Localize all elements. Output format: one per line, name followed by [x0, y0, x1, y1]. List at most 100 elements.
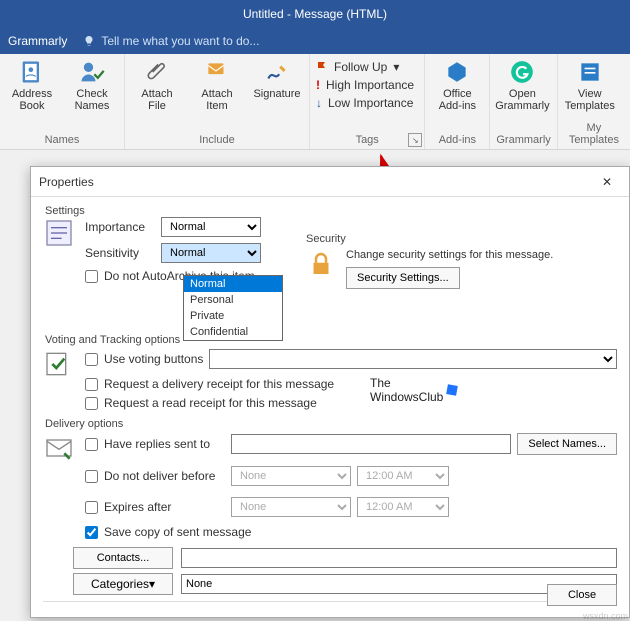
open-grammarly-button[interactable]: Open Grammarly	[496, 58, 548, 112]
tags-dialog-launcher[interactable]	[408, 133, 422, 147]
credit: wsxdn.com	[583, 611, 628, 621]
attach-item-button[interactable]: Attach Item	[191, 58, 243, 112]
expires-time-select[interactable]: 12:00 AM	[357, 497, 449, 517]
follow-up-button[interactable]: Follow Up ▾	[316, 60, 418, 74]
group-names-label: Names	[6, 134, 118, 147]
save-copy-checkbox[interactable]: Save copy of sent message	[85, 525, 617, 539]
dialog-close-button[interactable]: ✕	[593, 172, 621, 192]
group-addins-label: Add-ins	[431, 134, 483, 147]
address-book-label: Address Book	[12, 88, 52, 112]
expires-label: Expires after	[104, 500, 171, 514]
security-legend: Security	[306, 233, 616, 245]
delivery-receipt-label: Request a delivery receipt for this mess…	[104, 377, 334, 391]
chevron-down-icon: ▾	[149, 577, 155, 591]
sensitivity-option-private[interactable]: Private	[184, 308, 282, 324]
sensitivity-option-normal[interactable]: Normal	[184, 276, 282, 292]
replies-checkbox[interactable]: Have replies sent to	[85, 437, 225, 451]
read-receipt-checkbox[interactable]: Request a read receipt for this message	[85, 396, 617, 410]
no-deliver-before-checkbox[interactable]: Do not deliver before	[85, 469, 225, 483]
save-copy-label: Save copy of sent message	[104, 525, 251, 539]
group-grammarly-label: Grammarly	[496, 134, 550, 147]
voting-options-select[interactable]	[209, 349, 617, 369]
contacts-button[interactable]: Contacts...	[73, 547, 173, 569]
tell-me-search[interactable]: Tell me what you want to do...	[83, 34, 259, 48]
signature-icon	[263, 58, 291, 86]
group-tags: Follow Up ▾ ! High Importance ↓Low Import…	[310, 54, 425, 149]
address-book-icon	[18, 58, 46, 86]
window-title: Untitled - Message (HTML)	[0, 0, 630, 28]
templates-icon	[576, 58, 604, 86]
no-deliver-date-select[interactable]: None	[231, 466, 351, 486]
expires-checkbox[interactable]: Expires after	[85, 500, 225, 514]
voting-section: Voting and Tracking options Use voting b…	[43, 334, 617, 410]
properties-dialog: Properties ✕ Settings Importance Normal …	[30, 166, 630, 618]
attach-file-label: Attach File	[141, 88, 172, 112]
paperclip-icon	[143, 58, 171, 86]
exclamation-icon: !	[316, 78, 320, 92]
expires-date-select[interactable]: None	[231, 497, 351, 517]
close-icon: ✕	[602, 175, 612, 189]
view-templates-label: View Templates	[565, 88, 615, 112]
group-include-label: Include	[131, 134, 303, 147]
sensitivity-dropdown-list[interactable]: Normal Personal Private Confidential	[183, 275, 283, 341]
dialog-title: Properties	[39, 175, 94, 189]
attach-item-icon	[203, 58, 231, 86]
high-importance-button[interactable]: ! High Importance	[316, 78, 418, 92]
sensitivity-label: Sensitivity	[85, 246, 155, 260]
office-addins-button[interactable]: Office Add-ins	[431, 58, 483, 112]
security-section: Security Change security settings for th…	[306, 233, 616, 289]
use-voting-label: Use voting buttons	[104, 352, 203, 366]
categories-button[interactable]: Categories ▾	[73, 573, 173, 595]
signature-button[interactable]: Signature	[251, 58, 303, 100]
low-importance-button[interactable]: ↓Low Importance	[316, 96, 418, 110]
tell-me-text: Tell me what you want to do...	[101, 34, 259, 48]
group-names: Address Book Check Names Names	[0, 54, 125, 149]
check-names-button[interactable]: Check Names	[66, 58, 118, 112]
use-voting-checkbox[interactable]: Use voting buttons	[85, 352, 203, 366]
office-addins-label: Office Add-ins	[439, 88, 476, 112]
contacts-input[interactable]	[181, 548, 617, 568]
address-book-button[interactable]: Address Book	[6, 58, 58, 112]
replies-input[interactable]	[231, 434, 511, 454]
group-grammarly: Open Grammarly Grammarly	[490, 54, 557, 149]
low-importance-label: Low Importance	[328, 96, 413, 110]
security-desc: Change security settings for this messag…	[346, 249, 553, 261]
sensitivity-option-personal[interactable]: Personal	[184, 292, 282, 308]
high-importance-label: High Importance	[326, 78, 414, 92]
close-button[interactable]: Close	[547, 584, 617, 606]
signature-label: Signature	[253, 88, 300, 100]
importance-select[interactable]: Normal	[161, 217, 261, 237]
tab-grammarly[interactable]: Grammarly	[8, 34, 67, 48]
security-settings-button[interactable]: Security Settings...	[346, 267, 460, 289]
open-grammarly-label: Open Grammarly	[495, 88, 549, 112]
read-receipt-label: Request a read receipt for this message	[104, 396, 317, 410]
no-deliver-before-label: Do not deliver before	[104, 469, 215, 483]
delivery-section: Delivery options Have replies sent to Se…	[43, 418, 617, 539]
check-names-label: Check Names	[75, 88, 110, 112]
follow-up-label: Follow Up	[334, 60, 387, 74]
sensitivity-select[interactable]: Normal	[161, 243, 261, 263]
voting-legend: Voting and Tracking options	[43, 334, 182, 346]
addins-icon	[443, 58, 471, 86]
lock-icon	[306, 249, 336, 282]
check-names-icon	[78, 58, 106, 86]
settings-icon	[43, 217, 75, 249]
replies-label: Have replies sent to	[104, 437, 210, 451]
group-templates-label: My Templates	[564, 122, 624, 147]
delivery-icon	[43, 432, 75, 464]
view-templates-button[interactable]: View Templates	[564, 58, 616, 112]
settings-legend: Settings	[43, 205, 87, 217]
voting-icon	[43, 348, 75, 380]
select-names-button[interactable]: Select Names...	[517, 433, 617, 455]
ribbon-tabs: Grammarly Tell me what you want to do...	[0, 28, 630, 54]
delivery-receipt-checkbox[interactable]: Request a delivery receipt for this mess…	[85, 377, 617, 391]
group-tags-label: Tags	[316, 134, 418, 147]
group-addins: Office Add-ins Add-ins	[425, 54, 490, 149]
ribbon: Address Book Check Names Names Attach Fi…	[0, 54, 630, 150]
chevron-down-icon: ▾	[393, 60, 399, 74]
importance-label: Importance	[85, 220, 155, 234]
no-deliver-time-select[interactable]: 12:00 AM	[357, 466, 449, 486]
attach-file-button[interactable]: Attach File	[131, 58, 183, 112]
group-include: Attach File Attach Item Signature Includ…	[125, 54, 310, 149]
sensitivity-option-confidential[interactable]: Confidential	[184, 324, 282, 340]
